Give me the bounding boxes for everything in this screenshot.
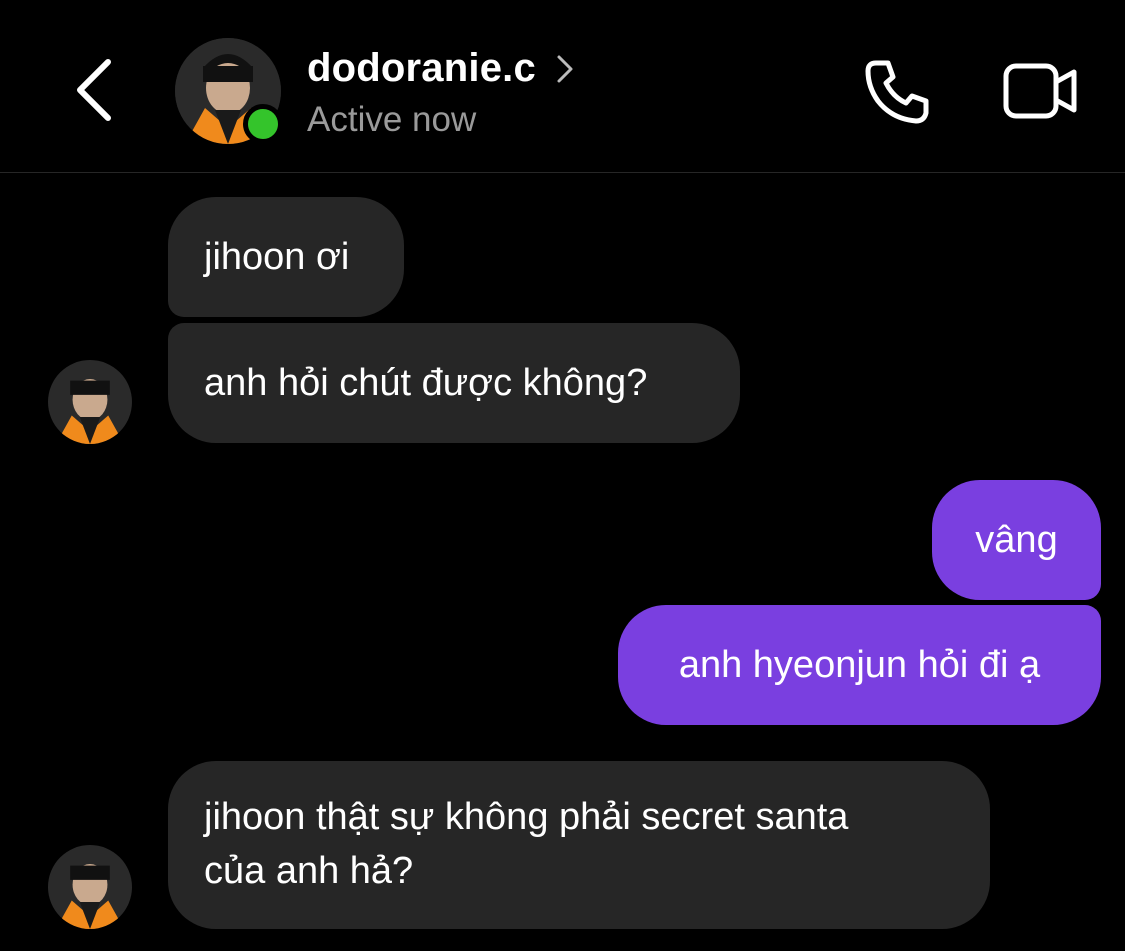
message-bubble-outgoing[interactable]: anh hyeonjun hỏi đi ạ: [618, 605, 1101, 725]
message-bubble-incoming[interactable]: jihoon thật sự không phải secret santa c…: [168, 761, 990, 929]
username: dodoranie.c: [307, 46, 536, 90]
message-bubble-incoming[interactable]: anh hỏi chút được không?: [168, 323, 740, 443]
audio-call-button[interactable]: [862, 55, 934, 127]
chevron-right-icon: [557, 55, 573, 82]
message-text: jihoon ơi: [204, 235, 350, 278]
message-bubble-incoming[interactable]: jihoon ơi: [168, 197, 404, 317]
sender-avatar[interactable]: [48, 845, 132, 929]
video-call-button[interactable]: [1000, 58, 1080, 124]
sender-avatar[interactable]: [48, 360, 132, 444]
message-text-line: của anh hả?: [204, 850, 414, 892]
online-indicator: [243, 104, 283, 144]
profile-link[interactable]: dodoranie.c: [307, 46, 574, 91]
message-text-line: jihoon thật sự không phải secret santa: [204, 796, 849, 839]
message-bubble-outgoing[interactable]: vâng: [932, 480, 1101, 600]
phone-icon: [865, 60, 929, 124]
active-status: Active now: [307, 100, 477, 139]
message-text: anh hỏi chút được không?: [204, 361, 648, 404]
chat-header: dodoranie.c Active now: [0, 0, 1125, 173]
profile-avatar[interactable]: [175, 38, 283, 144]
back-button[interactable]: [62, 50, 132, 130]
video-camera-icon: [1003, 63, 1077, 119]
message-text: vâng: [975, 518, 1058, 561]
message-text: anh hyeonjun hỏi đi ạ: [678, 643, 1041, 686]
chevron-left-icon: [77, 59, 111, 121]
